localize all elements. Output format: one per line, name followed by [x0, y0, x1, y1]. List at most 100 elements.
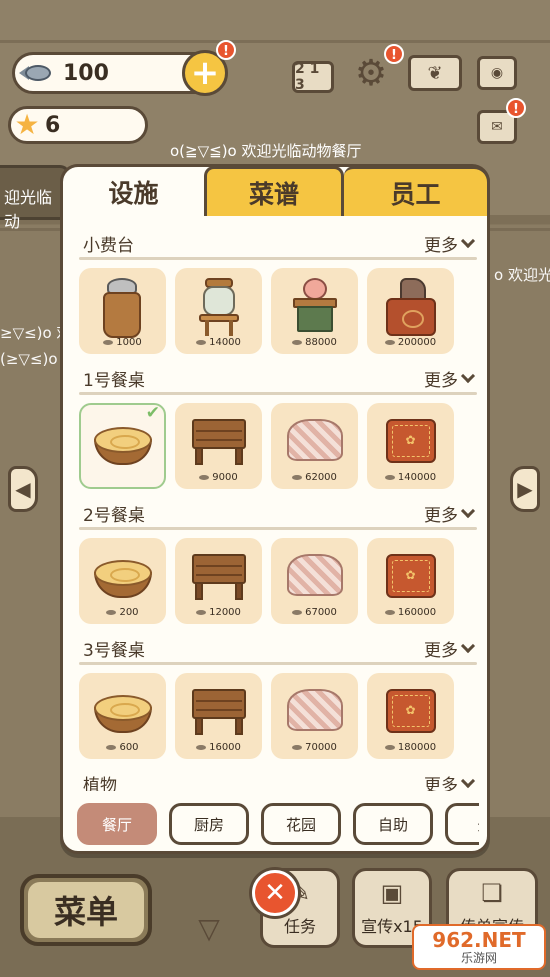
section-title: 3号餐桌 — [83, 640, 145, 661]
section-title: 2号餐桌 — [83, 505, 145, 526]
menu-button-label: 菜单 — [28, 882, 144, 938]
section-tip-stand: 小费台 更多 1000 14000 88000 200000 — [79, 231, 477, 354]
facility-card[interactable]: 200 — [79, 538, 166, 624]
star-icon: ★ — [14, 108, 40, 141]
facility-card[interactable]: 200000 — [367, 268, 454, 354]
section-table-2: 2号餐桌 更多 200 12000 67000 ✿ 160000 — [79, 501, 477, 624]
section-title: 小费台 — [83, 235, 134, 256]
facility-card[interactable]: 88000 — [271, 268, 358, 354]
tab-recipes[interactable]: 菜谱 — [203, 166, 345, 216]
fish-icon — [106, 744, 117, 750]
chip-restaurant[interactable]: 餐厅 — [77, 803, 157, 845]
price: 16000 — [175, 742, 262, 753]
tab-facilities[interactable]: 设施 — [60, 164, 204, 216]
facility-card[interactable]: 140000 — [367, 403, 454, 489]
fish-icon — [292, 609, 303, 615]
stump-table-icon — [93, 560, 152, 602]
facility-card[interactable]: 9000 — [175, 403, 262, 489]
price: 200 — [79, 607, 166, 618]
facility-list[interactable]: 小费台 更多 1000 14000 88000 200000 1号餐桌 更多 ✔… — [79, 231, 477, 791]
watermark-subtext: 乐游网 — [460, 951, 497, 965]
star-counter: ★ 6 — [8, 106, 148, 144]
site-watermark: 962.NET 乐游网 — [412, 924, 546, 970]
divider — [79, 392, 477, 395]
section-table-1: 1号餐桌 更多 ✔ 9000 62000 140 — [79, 366, 477, 489]
chip-kitchen[interactable]: 厨房 — [169, 803, 249, 845]
cash-register-icon — [385, 278, 436, 340]
price: 67000 — [271, 607, 358, 618]
fish-icon — [199, 474, 210, 480]
more-button[interactable]: 更多 — [424, 636, 476, 661]
fish-count: 100 — [63, 60, 109, 86]
price: 70000 — [271, 742, 358, 753]
camera-icon: ◉ — [477, 56, 517, 90]
divider — [79, 527, 477, 530]
fish-icon — [292, 339, 303, 345]
facility-card[interactable]: 1000 — [79, 268, 166, 354]
red-cloth-table-icon — [385, 554, 436, 604]
chevron-down-icon[interactable]: ▽ — [186, 912, 232, 945]
facility-card[interactable]: 16000 — [175, 673, 262, 759]
price: 9000 — [175, 472, 262, 483]
previous-area-button[interactable]: ◀ — [8, 466, 38, 512]
camera-button[interactable]: ◉ — [474, 52, 520, 94]
gear-icon: ⚙ — [354, 52, 388, 94]
fish-icon — [196, 609, 207, 615]
next-area-button[interactable]: ▶ — [510, 466, 540, 512]
alert-badge: ! — [384, 44, 404, 64]
chip-garden[interactable]: 花园 — [261, 803, 341, 845]
section-plants: 植物 更多 — [79, 771, 477, 791]
divider — [79, 662, 477, 665]
close-panel-button[interactable]: ✕ — [252, 870, 298, 916]
section-title: 植物 — [83, 775, 117, 792]
fish-icon — [384, 339, 395, 345]
facility-card[interactable]: 14000 — [175, 268, 262, 354]
checkered-table-icon — [286, 554, 343, 604]
collection-book-button[interactable]: ❦ — [406, 52, 464, 94]
chip-outside[interactable]: 外 — [445, 803, 479, 845]
price: 600 — [79, 742, 166, 753]
facility-card[interactable]: 180000 — [367, 673, 454, 759]
red-cloth-table-icon — [385, 419, 436, 469]
facility-card[interactable]: 600 — [79, 673, 166, 759]
category-chips[interactable]: 餐厅 厨房 花园 自助 外 — [77, 803, 479, 847]
fish-icon — [19, 63, 59, 83]
more-button[interactable]: 更多 — [424, 231, 476, 256]
checkered-table-icon — [286, 419, 343, 469]
facility-card[interactable]: 70000 — [271, 673, 358, 759]
more-button[interactable]: 更多 — [424, 366, 476, 391]
close-icon: ✕ — [264, 878, 286, 908]
wood-table-icon — [191, 554, 246, 602]
price: 88000 — [271, 337, 358, 348]
plus-icon: + — [190, 53, 220, 93]
section-title: 1号餐桌 — [83, 370, 145, 391]
red-cloth-table-icon — [385, 689, 436, 739]
ticker-text: (≥▽≤)o — [0, 350, 58, 368]
price: 12000 — [175, 607, 262, 618]
fish-icon — [292, 474, 303, 480]
ranking-button[interactable]: 2 1 3 — [290, 56, 336, 98]
facility-card[interactable]: 12000 — [175, 538, 262, 624]
watermark-text: 962.NET — [432, 928, 526, 952]
flyer-icon: ❏ — [481, 879, 503, 907]
check-icon: ✔ — [145, 403, 160, 423]
more-button[interactable]: 更多 — [424, 771, 476, 791]
chevron-down-icon — [460, 368, 476, 383]
facility-card[interactable]: 62000 — [271, 403, 358, 489]
tv-icon: ▣ — [380, 879, 404, 907]
facility-card[interactable]: 160000 — [367, 538, 454, 624]
price: 14000 — [175, 337, 262, 348]
alert-badge: ! — [506, 98, 526, 118]
fish-icon — [103, 339, 114, 345]
facility-card[interactable]: 67000 — [271, 538, 358, 624]
ticker-text: o 欢迎光 — [494, 266, 550, 284]
wood-table-icon — [191, 419, 246, 467]
tab-staff[interactable]: 员工 — [344, 166, 490, 216]
chip-self-service[interactable]: 自助 — [353, 803, 433, 845]
more-button[interactable]: 更多 — [424, 501, 476, 526]
chevron-down-icon — [460, 773, 476, 788]
facility-card-selected[interactable]: ✔ — [79, 403, 166, 489]
fish-icon — [384, 744, 395, 750]
menu-button[interactable]: 菜单 — [20, 874, 152, 946]
fish-icon — [106, 609, 117, 615]
